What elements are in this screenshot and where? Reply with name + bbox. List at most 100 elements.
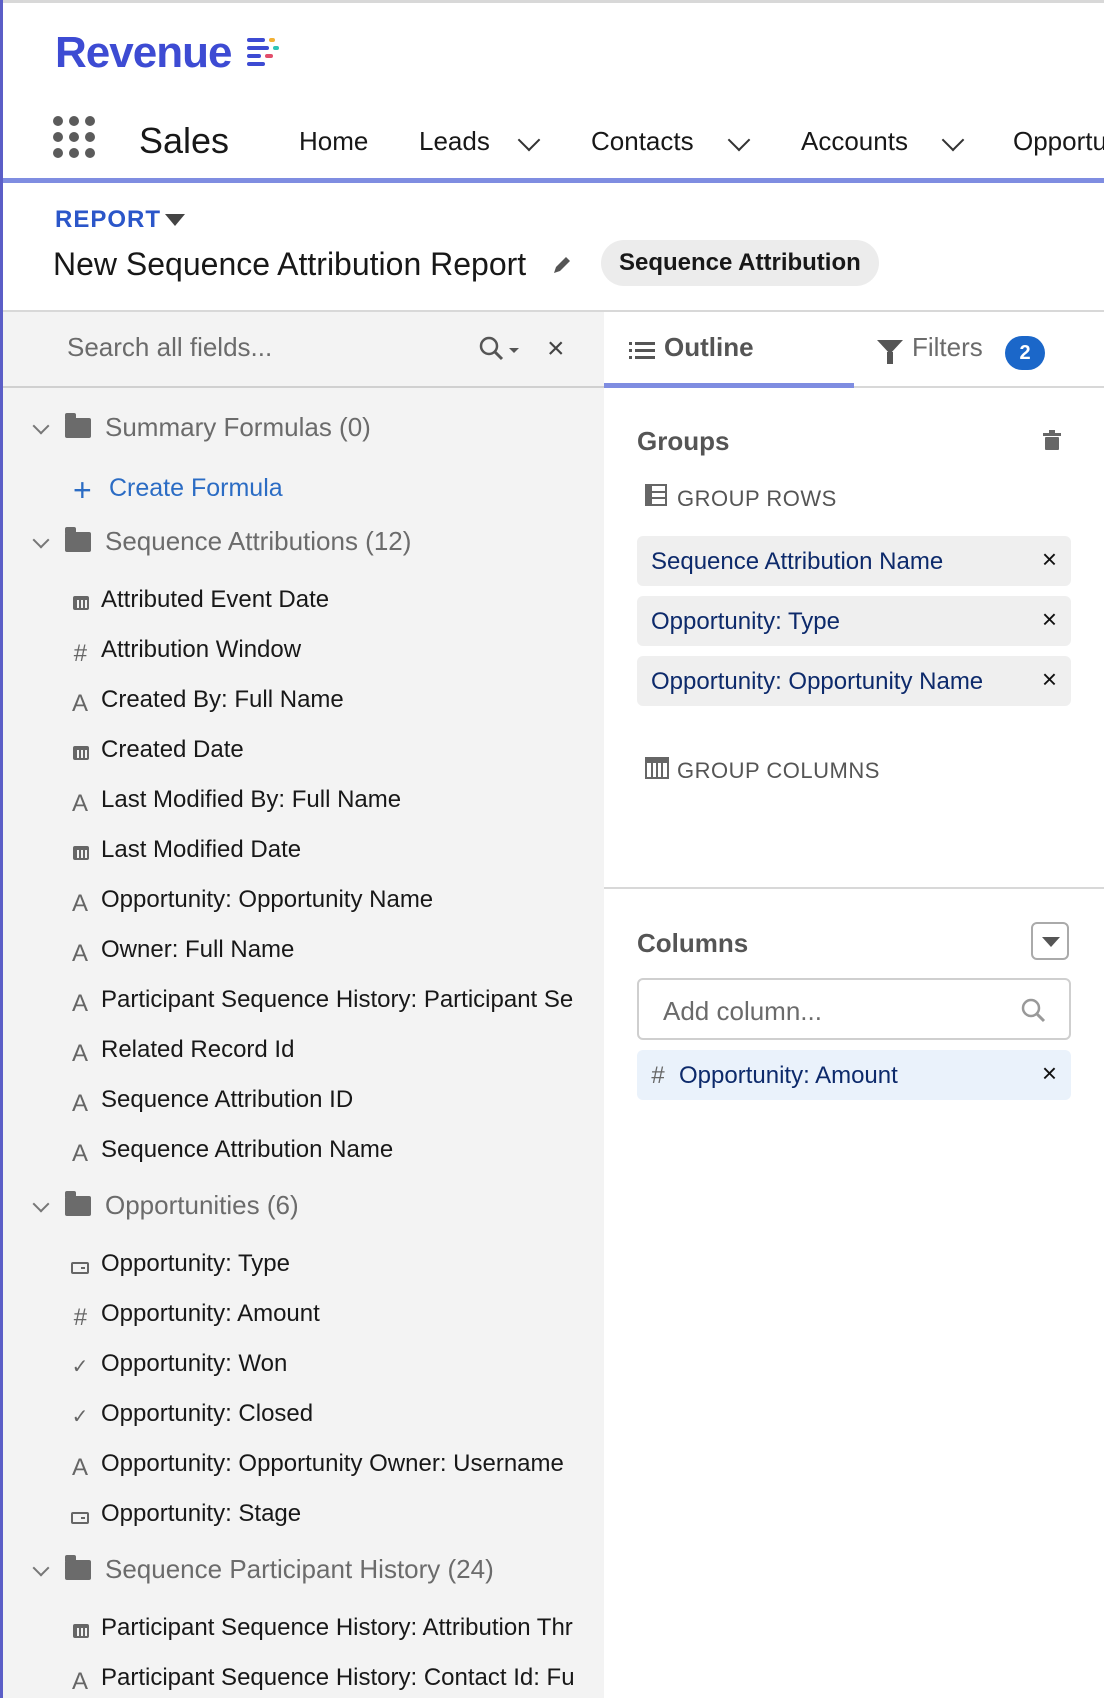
trash-icon[interactable] [1043, 430, 1061, 450]
field-label: Sequence Attribution Name [101, 1136, 394, 1163]
field-item[interactable]: # Attribution Window [3, 636, 604, 676]
number-icon: # [73, 1304, 87, 1331]
chevron-down-icon[interactable] [517, 128, 541, 152]
section-divider [604, 887, 1104, 889]
active-tab-underline [604, 383, 854, 388]
filter-count-badge: 2 [1005, 336, 1045, 370]
chevron-down-icon[interactable] [32, 417, 50, 435]
chevron-down-icon[interactable] [941, 128, 965, 152]
pencil-icon[interactable] [551, 254, 573, 276]
report-title: New Sequence Attribution Report [53, 246, 527, 282]
chip-label: Sequence Attribution Name [651, 548, 944, 575]
group-rows-label: GROUP ROWS [677, 486, 837, 511]
calendar-icon [73, 746, 89, 760]
field-item[interactable]: Created Date [3, 736, 604, 776]
field-item[interactable]: Attributed Event Date [3, 586, 604, 626]
field-item[interactable]: A Participant Sequence History: Contact I… [3, 1664, 604, 1698]
field-item[interactable]: Participant Sequence History: Attributio… [3, 1614, 604, 1654]
text-icon: A [71, 790, 88, 817]
column-chip[interactable]: # Opportunity: Amount × [637, 1050, 1071, 1100]
group-label: Sequence Participant History (24) [105, 1554, 494, 1584]
remove-icon[interactable]: × [1042, 1060, 1057, 1086]
global-nav: Sales Home Leads Contacts Accounts Oppor… [3, 112, 1104, 180]
plus-icon[interactable]: + [73, 474, 92, 506]
field-item[interactable]: Opportunity: Type [3, 1250, 604, 1290]
remove-icon[interactable]: × [1042, 606, 1057, 632]
chevron-down-icon[interactable] [32, 1559, 50, 1577]
field-item[interactable]: A Sequence Attribution ID [3, 1086, 604, 1126]
tab-outline-label: Outline [664, 332, 754, 362]
folder-icon [65, 1191, 91, 1216]
group-columns-icon [645, 757, 669, 779]
field-item[interactable]: A Related Record Id [3, 1036, 604, 1076]
field-label: Attribution Window [101, 636, 302, 663]
columns-title: Columns [637, 928, 749, 958]
group-summary-formulas[interactable]: Summary Formulas (0) [3, 412, 604, 452]
field-item[interactable]: A Participant Sequence History: Participa… [3, 986, 604, 1026]
text-icon: A [71, 890, 88, 917]
field-label: Participant Sequence History: Contact Id… [101, 1664, 575, 1691]
chevron-down-icon[interactable] [32, 1195, 50, 1213]
field-label: Opportunity: Closed [101, 1400, 314, 1427]
nav-item-home[interactable]: Home [299, 126, 368, 157]
calendar-icon [73, 1624, 89, 1638]
nav-item-accounts[interactable]: Accounts [801, 126, 908, 157]
field-item[interactable]: A Opportunity: Opportunity Name [3, 886, 604, 926]
brand-logo[interactable]: Revenue [55, 28, 232, 78]
field-label: Opportunity: Amount [101, 1300, 320, 1327]
group-sequence-attributions[interactable]: Sequence Attributions (12) [3, 526, 604, 566]
group-row-chip[interactable]: Opportunity: Type × [637, 596, 1071, 646]
calendar-icon [73, 846, 89, 860]
nav-item-opportunities[interactable]: Opportu [1013, 126, 1104, 157]
field-item[interactable]: A Sequence Attribution Name [3, 1136, 604, 1176]
field-item[interactable]: A Created By: Full Name [3, 686, 604, 726]
create-formula-link[interactable]: Create Formula [109, 474, 283, 503]
top-border [3, 0, 1104, 3]
number-icon: # [73, 640, 87, 667]
chevron-down-icon[interactable] [727, 128, 751, 152]
add-column-input[interactable]: Add column... [637, 978, 1071, 1040]
field-item[interactable]: Last Modified Date [3, 836, 604, 876]
field-label: Last Modified Date [101, 836, 302, 863]
nav-item-contacts[interactable]: Contacts [591, 126, 694, 157]
app-launcher-icon[interactable] [53, 116, 97, 160]
search-options-caret-icon[interactable] [509, 348, 519, 353]
columns-menu-button[interactable] [1031, 922, 1069, 960]
group-row-chip[interactable]: Sequence Attribution Name × [637, 536, 1071, 586]
field-item[interactable]: ✓ Opportunity: Won [3, 1350, 604, 1390]
search-divider [3, 386, 604, 388]
number-icon: # [651, 1062, 665, 1089]
field-item[interactable]: # Opportunity: Amount [3, 1300, 604, 1340]
remove-icon[interactable]: × [1042, 546, 1057, 572]
field-label: Opportunity: Type [101, 1250, 290, 1277]
group-opportunities[interactable]: Opportunities (6) [3, 1190, 604, 1230]
field-label: Attributed Event Date [101, 586, 330, 613]
report-type-label[interactable]: REPORT [55, 206, 161, 234]
field-item[interactable]: Opportunity: Stage [3, 1500, 604, 1540]
search-icon[interactable] [479, 336, 505, 362]
field-item[interactable]: A Opportunity: Opportunity Owner: Usernam… [3, 1450, 604, 1490]
search-icon [1021, 998, 1046, 1023]
group-label: Sequence Attributions (12) [105, 526, 412, 556]
field-search-input[interactable]: Search all fields... [67, 332, 272, 363]
caret-down-icon[interactable] [165, 214, 185, 226]
close-icon[interactable]: × [547, 334, 565, 364]
field-item[interactable]: A Owner: Full Name [3, 936, 604, 976]
chip-label: Opportunity: Amount [679, 1062, 898, 1089]
app-shell: Revenue Sales Home Leads Contacts Accoun… [0, 0, 1104, 1698]
remove-icon[interactable]: × [1042, 666, 1057, 692]
group-label: Opportunities (6) [105, 1190, 299, 1220]
group-row-chip[interactable]: Opportunity: Opportunity Name × [637, 656, 1071, 706]
group-sequence-participant-history[interactable]: Sequence Participant History (24) [3, 1554, 604, 1594]
nav-item-leads[interactable]: Leads [419, 126, 490, 157]
folder-icon [65, 1555, 91, 1580]
chip-label: Opportunity: Opportunity Name [651, 668, 984, 695]
nav-active-underline [3, 178, 1104, 183]
field-label: Sequence Attribution ID [101, 1086, 354, 1113]
field-item[interactable]: A Last Modified By: Full Name [3, 786, 604, 826]
folder-icon [65, 527, 91, 552]
field-item[interactable]: ✓ Opportunity: Closed [3, 1400, 604, 1440]
chevron-down-icon[interactable] [32, 531, 50, 549]
field-label: Related Record Id [101, 1036, 295, 1063]
text-icon: A [71, 1140, 88, 1167]
